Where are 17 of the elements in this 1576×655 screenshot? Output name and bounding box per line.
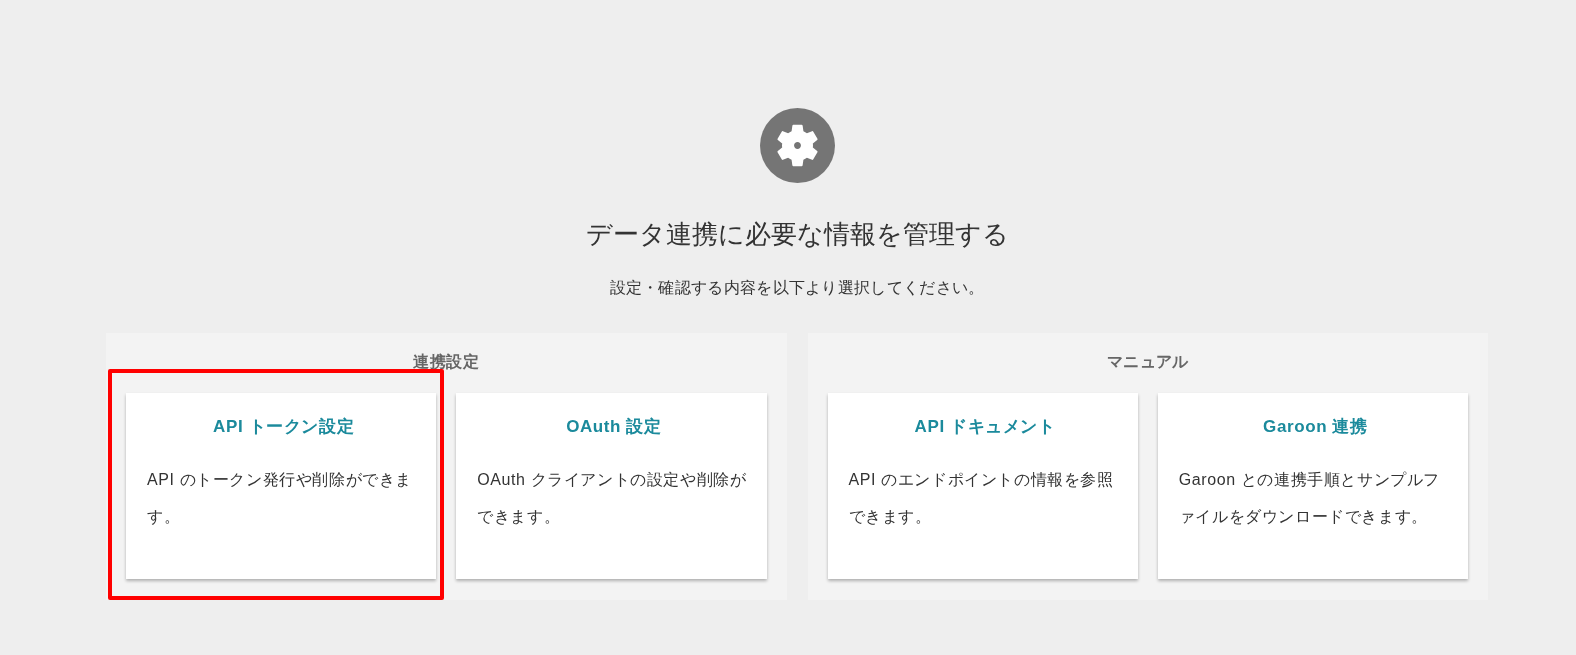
section-title: マニュアル	[1106, 354, 1189, 370]
gear-icon	[759, 108, 835, 183]
card-description: OAuth クライアントの設定や削除ができます。	[477, 470, 748, 527]
card-title: API ドキュメント	[914, 416, 1056, 438]
card-title: Garoon 連携	[1263, 416, 1368, 438]
page-title: データ連携に必要な情報を管理する	[585, 218, 1009, 251]
card-title: OAuth 設定	[566, 416, 662, 438]
card-description: API のエンドポイントの情報を参照できます。	[848, 470, 1115, 527]
option-card[interactable]: Garoon 連携 Garoon との連携手順とサンプルファイルをダウンロードできます。	[1157, 393, 1468, 579]
card-title: API トークン設定	[213, 416, 355, 438]
card-description: Garoon との連携手順とサンプルファイルをダウンロードできます。	[1178, 470, 1441, 527]
option-card[interactable]: API ドキュメント API のエンドポイントの情報を参照できます。	[827, 393, 1138, 579]
option-card[interactable]: OAuth 設定 OAuth クライアントの設定や削除ができます。	[456, 393, 767, 579]
page-subtitle: 設定・確認する内容を以下より選択してください。	[609, 278, 985, 298]
card-description: API のトークン発行や削除ができます。	[147, 470, 414, 527]
section-title: 連携設定	[413, 354, 480, 370]
option-card[interactable]: API トークン設定 API のトークン発行や削除ができます。	[126, 393, 437, 579]
